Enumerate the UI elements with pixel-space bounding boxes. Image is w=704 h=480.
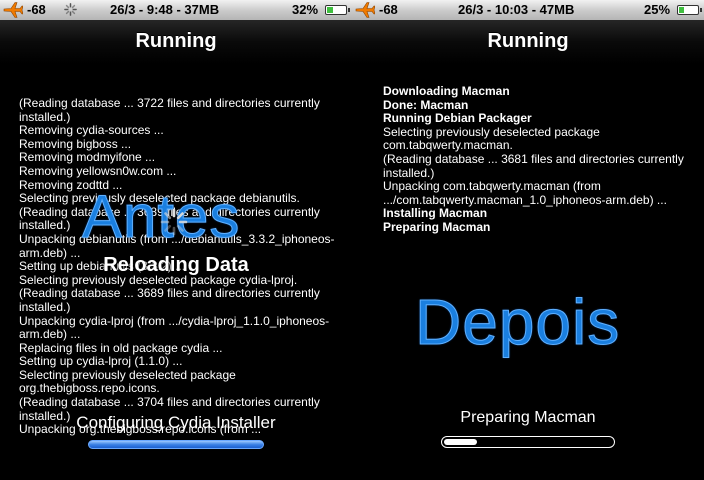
activity-spinner-icon xyxy=(64,3,77,16)
console-log[interactable]: Downloading Macman Done: Macman Running De… xyxy=(383,84,698,235)
battery-percent: 25% xyxy=(644,2,671,17)
log-line: Unpacking cydia-lproj (from .../cydia-lp… xyxy=(19,313,330,342)
status-center-text: 26/3 - 10:03 - 47MB xyxy=(458,2,575,17)
log-line: Replacing files in old package cydia ... xyxy=(19,340,223,355)
log-line: Done: Macman xyxy=(383,97,469,112)
log-line: Removing cydia-sources ... xyxy=(19,123,164,138)
activity-spinner-icon xyxy=(160,208,188,236)
status-center-text: 26/3 - 9:48 - 37MB xyxy=(110,2,220,17)
airplane-icon xyxy=(3,2,23,18)
page-title: Running xyxy=(487,30,569,52)
log-line: Removing yellowsn0w.com ... xyxy=(19,163,177,178)
log-line: Running Debian Packager xyxy=(383,111,532,126)
log-line: Unpacking com.tabqwerty.macman (from ...… xyxy=(383,179,667,207)
log-line: Selecting previously deselected package … xyxy=(19,367,240,396)
log-line: Removing bigboss ... xyxy=(19,136,132,151)
progress-label: Configuring Cydia Installer xyxy=(76,413,276,432)
battery-level xyxy=(679,7,684,13)
battery-level xyxy=(327,7,333,13)
status-bar: -68 26/3 - 9:48 - 37MB 32% xyxy=(0,0,352,20)
log-line: Selecting previously deselected package … xyxy=(383,124,604,153)
nav-bar: Running xyxy=(352,20,704,64)
reloading-data-label: Reloading Data xyxy=(103,254,249,276)
battery-icon xyxy=(677,5,702,15)
progress-label: Preparing Macman xyxy=(460,409,596,426)
signal-strength: -68 xyxy=(379,2,398,17)
progress-fill xyxy=(444,439,477,445)
log-line: Downloading Macman xyxy=(383,84,510,98)
log-line: Preparing Macman xyxy=(383,219,491,234)
log-line: Setting up cydia-lproj (1.1.0) ... xyxy=(19,354,183,369)
battery-percent: 32% xyxy=(292,2,319,17)
log-line: (Reading database ... 3689 files and dir… xyxy=(19,286,324,314)
log-line: (Reading database ... 3681 files and dir… xyxy=(383,151,688,180)
after-screen: -68 26/3 - 10:03 - 47MB 25% Running Down… xyxy=(352,0,704,480)
progress-bar xyxy=(88,440,264,449)
before-screen: -68 26/3 - 9:48 - 37MB 32% Running (Read… xyxy=(0,0,352,480)
battery-icon xyxy=(325,5,350,15)
after-label: Depois xyxy=(414,286,621,359)
page-title: Running xyxy=(135,30,217,52)
progress-bar xyxy=(441,436,615,448)
airplane-icon xyxy=(355,2,375,18)
signal-strength: -68 xyxy=(27,2,46,17)
log-line: (Reading database ... 3722 files and dir… xyxy=(19,97,324,124)
status-bar: -68 26/3 - 10:03 - 47MB 25% xyxy=(352,0,704,20)
nav-bar: Running xyxy=(0,20,352,64)
log-line: Installing Macman xyxy=(383,206,488,221)
log-line: Removing modmyifone ... xyxy=(19,150,156,165)
